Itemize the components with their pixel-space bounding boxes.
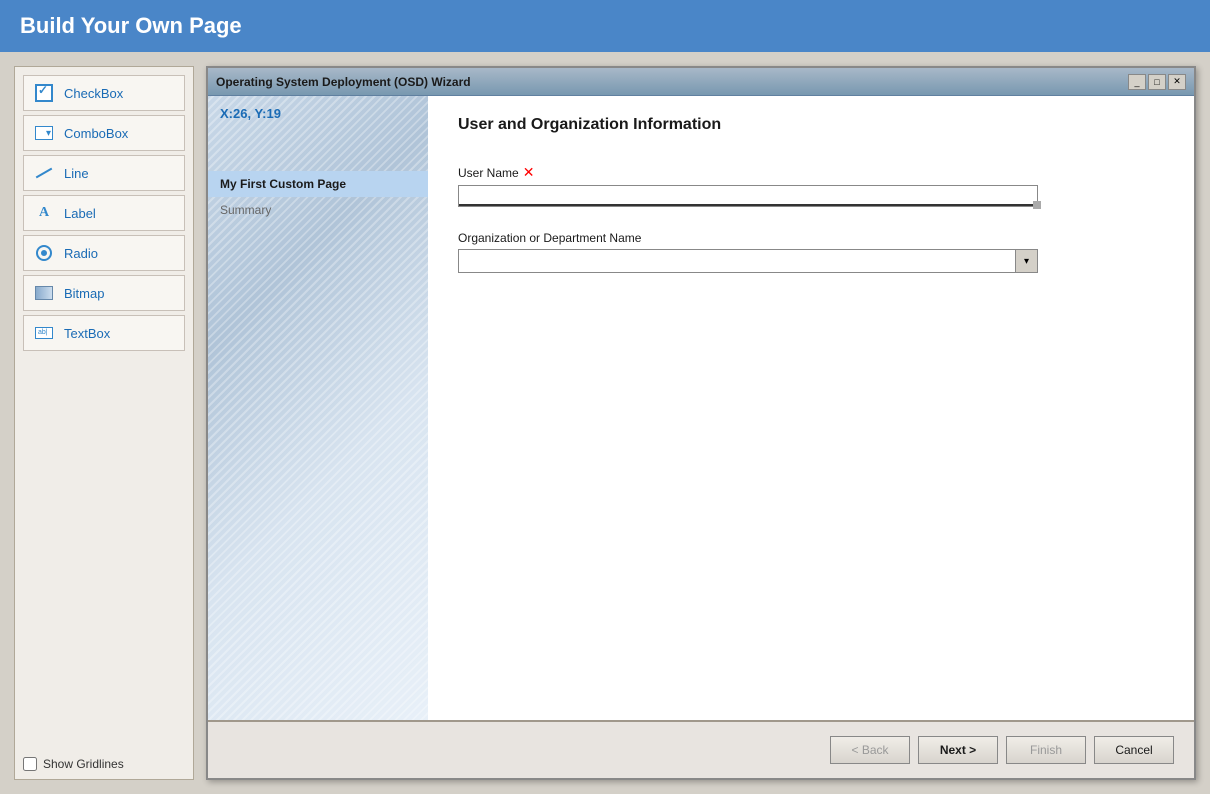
wizard-body: X:26, Y:19 My First Custom Page Summary … — [208, 96, 1194, 720]
org-name-label: Organization or Department Name — [458, 231, 1164, 245]
checkbox-label: CheckBox — [64, 86, 123, 101]
page-title: Build Your Own Page — [20, 13, 242, 39]
checkbox-icon — [32, 81, 56, 105]
page-header: Build Your Own Page — [0, 0, 1210, 52]
nav-item-custom-page[interactable]: My First Custom Page — [208, 171, 428, 197]
content-title: User and Organization Information — [458, 116, 1164, 134]
org-name-container: ▾ — [458, 249, 1038, 273]
combobox-arrow[interactable]: ▾ — [1015, 250, 1037, 272]
nav-item-summary[interactable]: Summary — [208, 197, 428, 223]
combobox-label: ComboBox — [64, 126, 128, 141]
back-button[interactable]: < Back — [830, 736, 910, 764]
main-layout: CheckBox ComboBox Line A Label Radio — [0, 52, 1210, 794]
user-name-input[interactable] — [458, 185, 1038, 207]
wizard-window: Operating System Deployment (OSD) Wizard… — [206, 66, 1196, 780]
coordinates-display: X:26, Y:19 — [208, 96, 428, 131]
user-name-container: User Name ✕ — [458, 164, 1038, 207]
close-button[interactable]: ✕ — [1168, 74, 1186, 90]
show-gridlines-checkbox[interactable] — [23, 757, 37, 771]
user-name-field-group: User Name ✕ — [458, 164, 1164, 207]
cancel-button[interactable]: Cancel — [1094, 736, 1174, 764]
toolbar-item-line[interactable]: Line — [23, 155, 185, 191]
textbox-label: TextBox — [64, 326, 110, 341]
wizard-titlebar: Operating System Deployment (OSD) Wizard… — [208, 68, 1194, 96]
toolbar-divider — [23, 355, 185, 741]
radio-icon — [32, 241, 56, 265]
toolbar-item-combobox[interactable]: ComboBox — [23, 115, 185, 151]
show-gridlines-label[interactable]: Show Gridlines — [43, 757, 124, 771]
textbox-icon — [32, 321, 56, 345]
toolbar-item-label[interactable]: A Label — [23, 195, 185, 231]
bitmap-label: Bitmap — [64, 286, 104, 301]
minimize-button[interactable]: _ — [1128, 74, 1146, 90]
wizard-banner: X:26, Y:19 My First Custom Page Summary — [208, 96, 428, 720]
required-marker: ✕ — [523, 164, 535, 181]
radio-label: Radio — [64, 246, 98, 261]
toolbar-item-checkbox[interactable]: CheckBox — [23, 75, 185, 111]
wizard-content: User and Organization Information User N… — [428, 96, 1194, 720]
org-name-field-group: Organization or Department Name ▾ — [458, 231, 1164, 273]
toolbar-item-textbox[interactable]: TextBox — [23, 315, 185, 351]
combobox-icon — [32, 121, 56, 145]
line-label: Line — [64, 166, 89, 181]
label-label: Label — [64, 206, 96, 221]
wizard-title: Operating System Deployment (OSD) Wizard — [216, 75, 471, 89]
toolbar-item-bitmap[interactable]: Bitmap — [23, 275, 185, 311]
maximize-button[interactable]: □ — [1148, 74, 1166, 90]
bitmap-icon — [32, 281, 56, 305]
finish-button[interactable]: Finish — [1006, 736, 1086, 764]
wizard-nav: My First Custom Page Summary — [208, 171, 428, 223]
show-gridlines-container: Show Gridlines — [23, 757, 185, 771]
org-name-combobox[interactable]: ▾ — [458, 249, 1038, 273]
label-icon: A — [32, 201, 56, 225]
next-button[interactable]: Next > — [918, 736, 998, 764]
line-icon — [32, 161, 56, 185]
toolbar-item-radio[interactable]: Radio — [23, 235, 185, 271]
wizard-footer: < Back Next > Finish Cancel — [208, 720, 1194, 778]
toolbar: CheckBox ComboBox Line A Label Radio — [14, 66, 194, 780]
user-name-label: User Name ✕ — [458, 164, 1038, 181]
titlebar-buttons: _ □ ✕ — [1128, 74, 1186, 90]
